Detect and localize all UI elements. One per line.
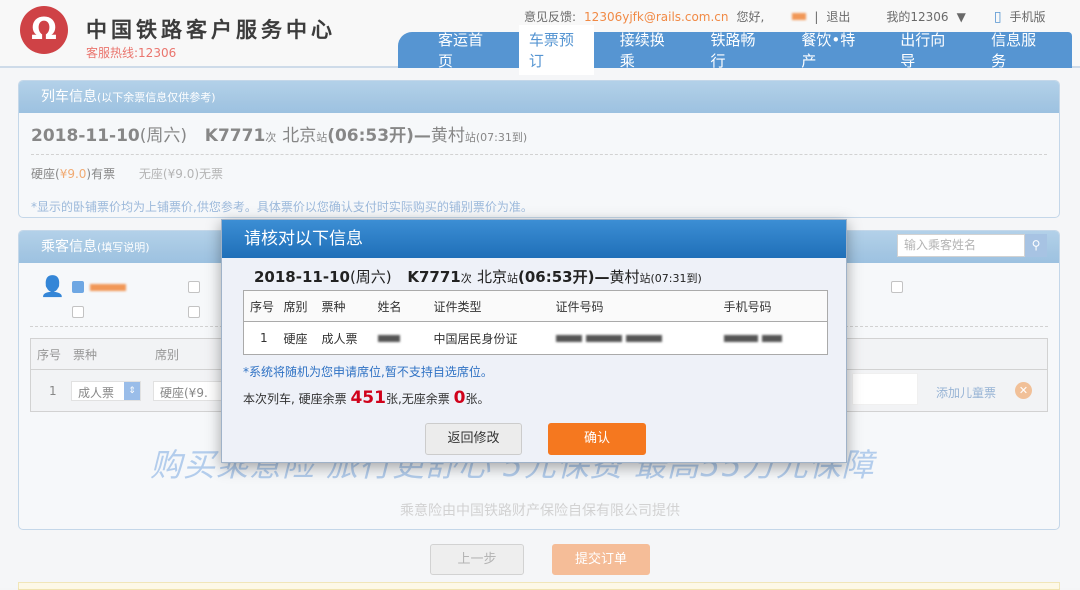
remaining-tickets: 本次列车, 硬座余票 451张,无座余票 0张。	[243, 388, 489, 408]
zhan: 站	[507, 272, 518, 285]
from-station: 北京	[477, 268, 507, 286]
col-name: 姓名	[372, 291, 428, 322]
to-station: 黄村	[609, 268, 639, 286]
arrive-time: (07:31到)	[650, 272, 701, 285]
ci: 次	[461, 272, 472, 285]
count-suffix: 张。	[465, 392, 489, 406]
col-ticket: 票种	[316, 291, 372, 322]
col-id-type: 证件类型	[428, 291, 550, 322]
dialog-train-summary: 2018-11-10(周六) K7771次 北京站(06:53开)—黄村站(07…	[254, 266, 702, 287]
col-id-number: 证件号码	[550, 291, 718, 322]
zhan: 站	[639, 272, 650, 285]
train-number: K7771	[407, 268, 460, 286]
confirm-table: 序号 席别 票种 姓名 证件类型 证件号码 手机号码 1 硬座 成人票 中国居民…	[243, 290, 828, 355]
col-seat: 席别	[278, 291, 316, 322]
depart-time: (06:53开)	[518, 268, 594, 286]
row-ticket: 成人票	[316, 322, 372, 355]
col-phone: 手机号码	[718, 291, 828, 322]
row-phone-redacted	[718, 322, 828, 355]
col-no: 序号	[244, 291, 278, 322]
row-no: 1	[244, 322, 278, 355]
row-id-number-redacted	[550, 322, 718, 355]
table-header: 序号 席别 票种 姓名 证件类型 证件号码 手机号码	[244, 291, 828, 322]
count-mid: 张,无座余票	[386, 392, 450, 406]
weekday: (周六)	[350, 268, 392, 286]
confirm-button[interactable]: 确认	[548, 423, 646, 455]
confirm-dialog: 请核对以下信息 2018-11-10(周六) K7771次 北京站(06:53开…	[221, 219, 847, 463]
dialog-title: 请核对以下信息	[222, 220, 846, 258]
row-seat: 硬座	[278, 322, 316, 355]
date: 2018-11-10	[254, 268, 350, 286]
hard-seat-count: 451	[350, 388, 386, 408]
count-prefix: 本次列车, 硬座余票	[243, 392, 347, 406]
back-modify-button[interactable]: 返回修改	[425, 423, 522, 455]
dash: —	[594, 268, 609, 286]
no-seat-count: 0	[454, 388, 466, 408]
seat-note: *系统将随机为您申请席位,暂不支持自选席位。	[243, 363, 493, 380]
row-name-redacted	[372, 322, 428, 355]
row-id-type: 中国居民身份证	[428, 322, 550, 355]
table-row: 1 硬座 成人票 中国居民身份证	[244, 322, 828, 355]
